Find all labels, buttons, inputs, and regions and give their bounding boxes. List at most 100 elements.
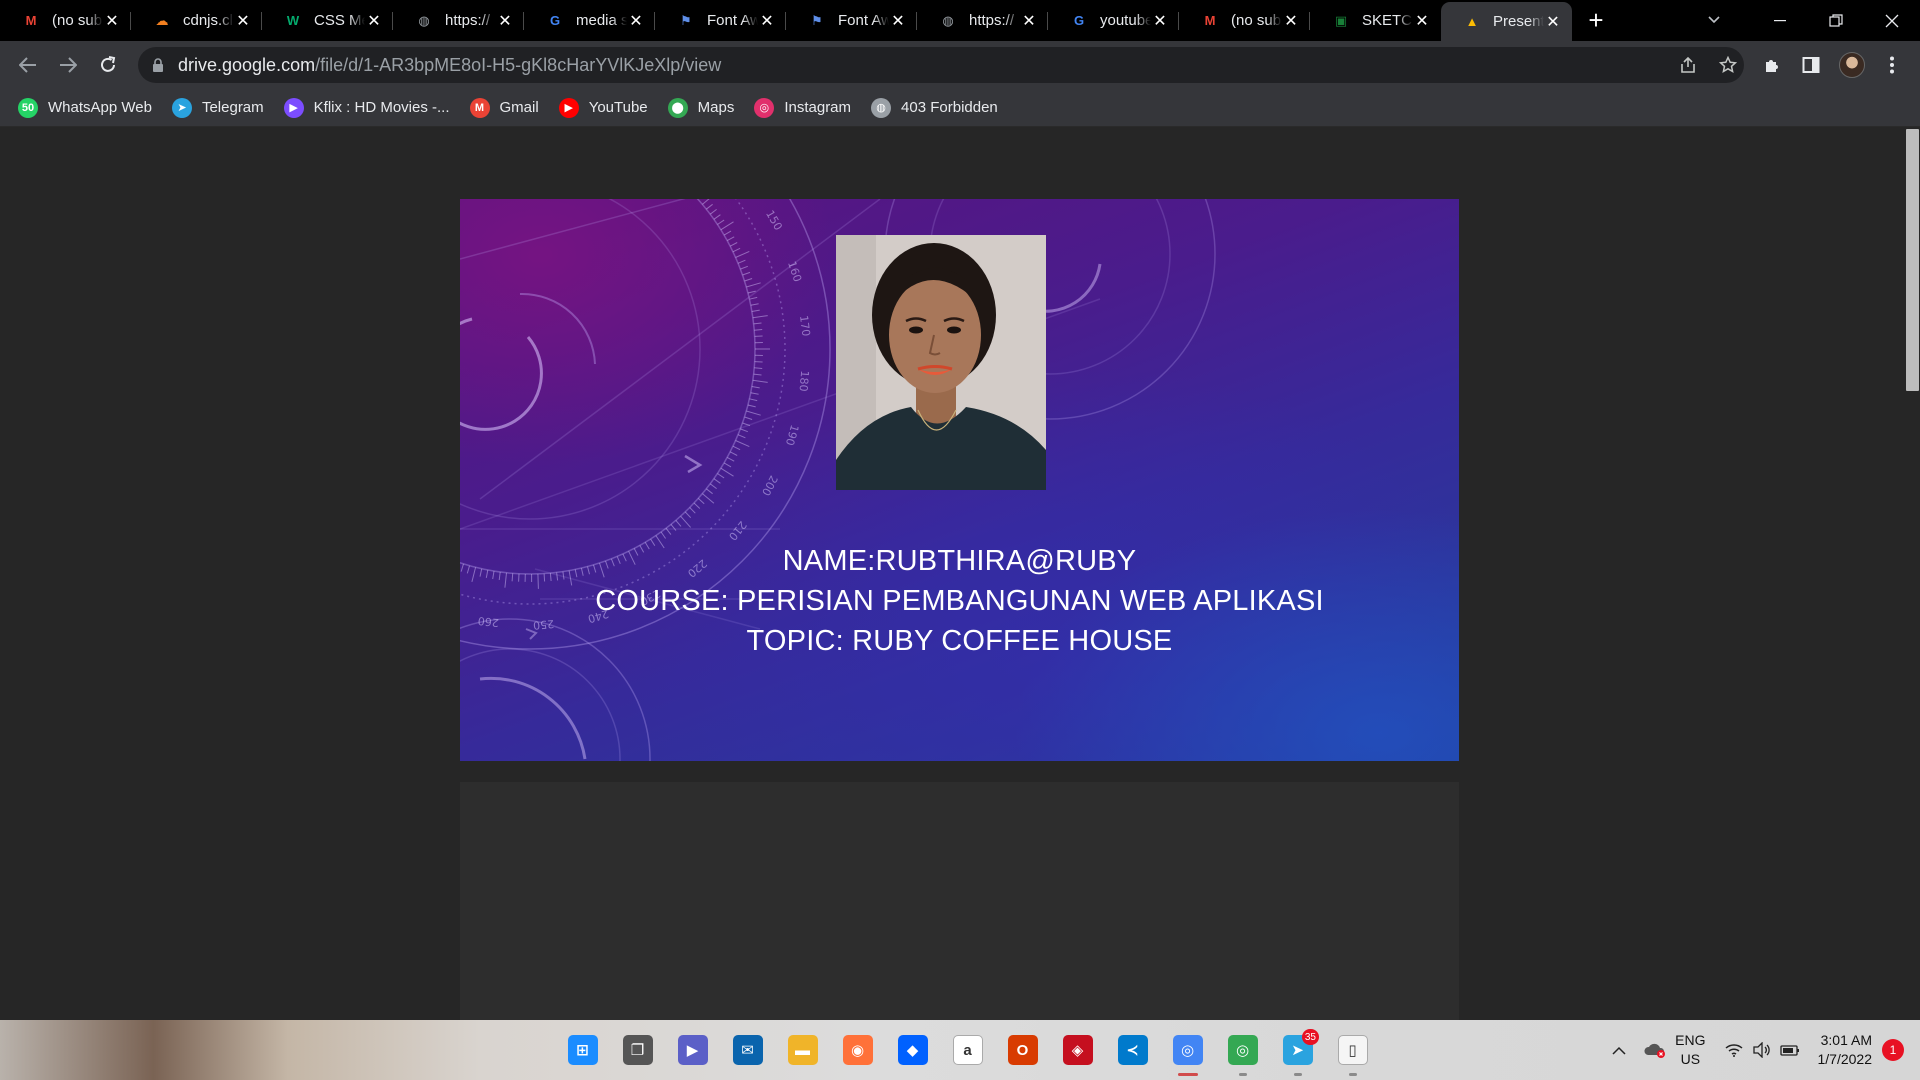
bookmark-3[interactable]: ▶ Kflix : HD Movies -... xyxy=(282,93,460,123)
minimize-button[interactable] xyxy=(1752,0,1808,41)
tab-title: Present xyxy=(1493,13,1544,30)
taskbar-app-list: ⊞ ❐ ▶ ✉ ▬ ◉ ◆ a O ◈ ≺ ◎ ◎ ➤ 35 ▯ xyxy=(555,1020,1380,1080)
input-language-indicator[interactable]: ENG US xyxy=(1675,1031,1705,1069)
profile-avatar[interactable] xyxy=(1839,52,1865,78)
bookmark-2[interactable]: ➤ Telegram xyxy=(170,93,274,123)
close-tab-icon[interactable]: ✕ xyxy=(365,12,383,30)
tab-8[interactable]: ◍ https:// ✕ xyxy=(917,0,1048,41)
tab-11[interactable]: ▣ SKETCH✕ xyxy=(1310,0,1441,41)
office-button[interactable]: O xyxy=(995,1020,1050,1080)
close-tab-icon[interactable]: ✕ xyxy=(1151,12,1169,30)
tab-1[interactable]: M (no sub ✕ xyxy=(0,0,131,41)
battery-icon[interactable] xyxy=(1776,1036,1804,1064)
dial-tick xyxy=(720,467,734,477)
dial-tick xyxy=(726,456,735,462)
close-tab-icon[interactable]: ✕ xyxy=(1413,12,1431,30)
tab-title: https:// xyxy=(969,12,1015,29)
tab-9[interactable]: Gyoutube ✕ xyxy=(1048,0,1179,41)
task-view-button[interactable]: ❐ xyxy=(610,1020,665,1080)
tab-2[interactable]: ☁ cdnjs.cl ✕ xyxy=(131,0,262,41)
new-tab-button[interactable]: + xyxy=(1576,0,1616,41)
wifi-icon[interactable] xyxy=(1720,1036,1748,1064)
bookmark-star-icon[interactable] xyxy=(1716,53,1740,77)
viewer-scrollbar-thumb[interactable] xyxy=(1906,129,1919,391)
dropbox-button[interactable]: ◆ xyxy=(885,1020,940,1080)
bookmark-7[interactable]: ◎ Instagram xyxy=(752,93,861,123)
mail-app-button[interactable]: ✉ xyxy=(720,1020,775,1080)
system-clock[interactable]: 3:01 AM 1/7/2022 xyxy=(1818,1031,1873,1069)
close-tab-icon[interactable]: ✕ xyxy=(758,12,776,30)
bookmark-8[interactable]: ◍ 403 Forbidden xyxy=(869,93,1008,123)
viewer-scrollbar[interactable] xyxy=(1905,127,1920,1020)
play-icon: ▶ xyxy=(283,97,304,118)
file-explorer-button[interactable]: ▬ xyxy=(775,1020,830,1080)
teams-chat-icon: ▶ xyxy=(677,1035,708,1065)
dial-tick xyxy=(702,493,715,504)
tab-4[interactable]: ◍ https:// ✕ xyxy=(393,0,524,41)
dial-tick xyxy=(735,440,750,448)
close-tab-icon[interactable]: ✕ xyxy=(496,12,514,30)
app-red-button[interactable]: ◈ xyxy=(1050,1020,1105,1080)
more-menu-icon[interactable] xyxy=(1880,53,1904,77)
lock-icon[interactable] xyxy=(138,58,178,72)
tab-7[interactable]: ⚑ Font Aw ✕ xyxy=(786,0,917,41)
close-tab-icon[interactable]: ✕ xyxy=(889,12,907,30)
tab-12[interactable]: ▲ Present ✕ xyxy=(1441,2,1572,41)
notification-count-badge[interactable]: 1 xyxy=(1882,1039,1904,1061)
share-icon[interactable] xyxy=(1676,53,1700,77)
dial-number-label: 200 xyxy=(759,473,780,498)
running-indicator xyxy=(1238,1073,1247,1076)
close-tab-icon[interactable]: ✕ xyxy=(627,12,645,30)
reload-button[interactable] xyxy=(88,45,128,85)
teams-chat-button[interactable]: ▶ xyxy=(665,1020,720,1080)
tab-search-chevron-icon[interactable] xyxy=(1702,8,1726,32)
chrome-button[interactable]: ◎ xyxy=(1160,1020,1215,1080)
back-button[interactable] xyxy=(8,45,48,85)
dial-tick xyxy=(744,278,753,282)
dial-tick xyxy=(750,303,759,306)
chrome-profile-button[interactable]: ◎ xyxy=(1215,1020,1270,1080)
flag-icon: ⚑ xyxy=(811,12,823,28)
dial-tick xyxy=(754,329,763,331)
tab-3[interactable]: W CSS Me ✕ xyxy=(262,0,393,41)
close-tab-icon[interactable]: ✕ xyxy=(234,12,252,30)
tab-6[interactable]: ⚑ Font Aw ✕ xyxy=(655,0,786,41)
close-tab-icon[interactable]: ✕ xyxy=(103,12,121,30)
firefox-icon: ◉ xyxy=(842,1035,873,1065)
close-window-button[interactable] xyxy=(1864,0,1920,41)
start-button[interactable]: ⊞ xyxy=(555,1020,610,1080)
tab-list: M (no sub ✕ ☁ cdnjs.cl ✕ W CSS Me ✕ ◍ https://✕ Gme… xyxy=(0,0,1616,41)
dial-tick xyxy=(709,208,717,215)
bookmark-1[interactable]: 50 WhatsApp Web xyxy=(16,93,162,123)
next-slide-placeholder xyxy=(460,782,1459,1020)
volume-icon[interactable] xyxy=(1748,1036,1776,1064)
tab-10[interactable]: M (no sub ✕ xyxy=(1179,0,1310,41)
close-tab-icon[interactable]: ✕ xyxy=(1544,13,1562,31)
restore-button[interactable] xyxy=(1808,0,1864,41)
onedrive-error-icon[interactable] xyxy=(1641,1036,1669,1064)
flag-icon: ⚑ xyxy=(680,12,692,28)
extensions-puzzle-icon[interactable] xyxy=(1760,53,1784,77)
side-panel-icon[interactable] xyxy=(1799,53,1823,77)
close-tab-icon[interactable]: ✕ xyxy=(1020,12,1038,30)
address-bar[interactable]: drive.google.com/file/d/1-AR3bpME8oI-H5-… xyxy=(138,47,1744,83)
back-arrow-icon xyxy=(19,57,36,73)
bookmark-6[interactable]: ⬤ Maps xyxy=(666,93,745,123)
bookmark-5[interactable]: ▶ YouTube xyxy=(557,93,658,123)
dial-tick xyxy=(713,214,721,220)
dropbox-icon: ◆ xyxy=(897,1035,928,1065)
bookmark-4[interactable]: M Gmail xyxy=(468,93,549,123)
forward-button[interactable] xyxy=(48,45,88,85)
firefox-button[interactable]: ◉ xyxy=(830,1020,885,1080)
telegram-button[interactable]: ➤ 35 xyxy=(1270,1020,1325,1080)
vscode-button[interactable]: ≺ xyxy=(1105,1020,1160,1080)
notepad-button[interactable]: ▯ xyxy=(1325,1020,1380,1080)
close-tab-icon[interactable]: ✕ xyxy=(1282,12,1300,30)
globe-icon: ◍ xyxy=(871,97,892,118)
tab-5[interactable]: Gmedia s ✕ xyxy=(524,0,655,41)
show-hidden-icons-chevron-icon[interactable] xyxy=(1605,1036,1633,1064)
amazon-button[interactable]: a xyxy=(940,1020,995,1080)
bookmarks-bar: 50 WhatsApp Web ➤ Telegram ▶ Kflix : HD Movie… xyxy=(0,89,1920,127)
running-indicator xyxy=(1348,1073,1357,1076)
dial-tick xyxy=(680,515,691,528)
